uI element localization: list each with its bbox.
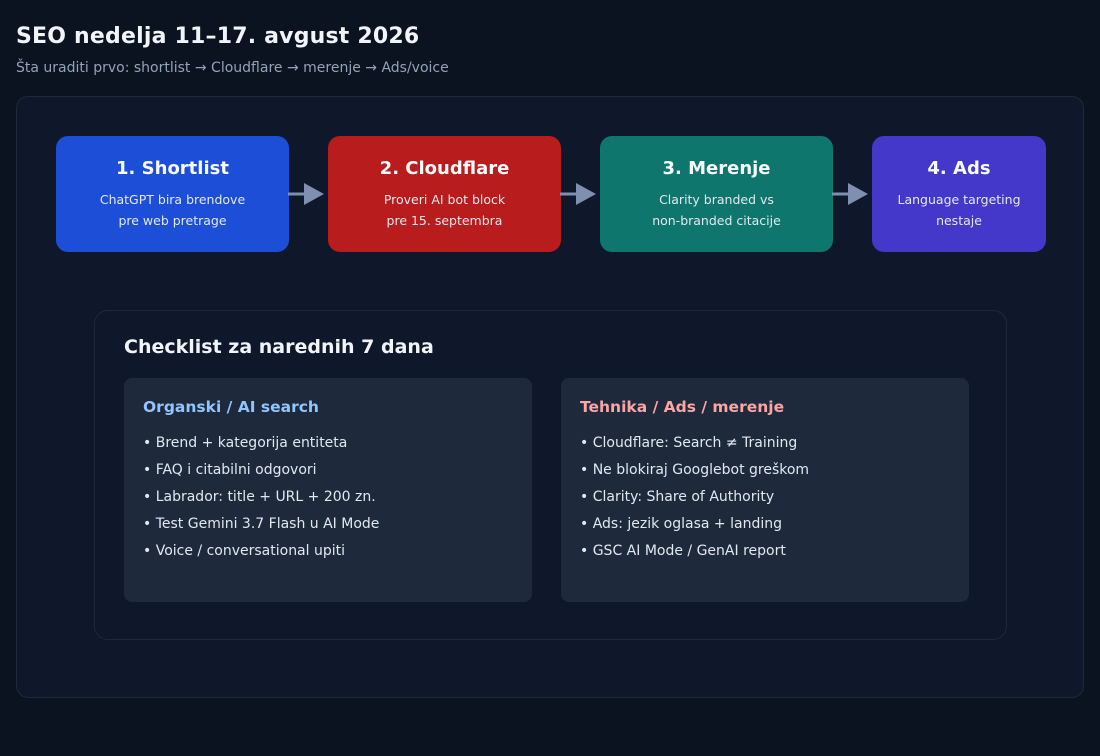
step-description: ChatGPT bira brendove pre web pretrage xyxy=(100,189,245,231)
step-shortlist: 1. Shortlist ChatGPT bira brendove pre w… xyxy=(56,136,289,252)
step-cloudflare: 2. Cloudflare Proveri AI bot block pre 1… xyxy=(328,136,561,252)
column-heading: Tehnika / Ads / merenje xyxy=(580,398,785,416)
page-title: SEO nedelja 11–17. avgust 2026 xyxy=(16,24,420,49)
step-ads: 4. Ads Language targeting nestaje xyxy=(872,136,1046,252)
step-description-line: non-branded citacije xyxy=(652,212,781,228)
list-item: • Cloudflare: Search ≠ Training xyxy=(580,435,798,451)
step-description-line: Clarity branded vs xyxy=(659,191,774,207)
checklist-column-technical: Tehnika / Ads / merenje • Cloudflare: Se… xyxy=(561,378,969,602)
column-heading: Organski / AI search xyxy=(143,398,319,416)
arrow-right-icon xyxy=(832,183,868,205)
page-subtitle: Šta uraditi prvo: shortlist → Cloudflare… xyxy=(16,60,449,76)
step-description-line: pre 15. septembra xyxy=(386,212,503,228)
arrow-right-icon xyxy=(560,183,596,205)
list-item: • Ads: jezik oglasa + landing xyxy=(580,516,782,532)
list-item: • Labrador: title + URL + 200 zn. xyxy=(143,489,376,505)
list-item: • Brend + kategorija entiteta xyxy=(143,435,348,451)
step-description-line: ChatGPT bira brendove xyxy=(99,191,246,207)
step-title: 3. Merenje xyxy=(662,157,771,179)
arrow-right-icon xyxy=(288,183,324,205)
list-item: • Voice / conversational upiti xyxy=(143,543,346,559)
list-item: • FAQ i citabilni odgovori xyxy=(143,462,317,478)
step-description: Clarity branded vs non-branded citacije xyxy=(652,189,781,231)
list-item: • GSC AI Mode / GenAI report xyxy=(580,543,786,559)
step-description: Language targeting nestaje xyxy=(898,189,1021,231)
step-description-line: nestaje xyxy=(936,212,982,228)
step-title: 1. Shortlist xyxy=(116,157,229,179)
list-item: • Clarity: Share of Authority xyxy=(580,489,775,505)
step-description-line: Language targeting xyxy=(897,191,1021,207)
checklist-title: Checklist za narednih 7 dana xyxy=(124,336,434,358)
step-description: Proveri AI bot block pre 15. septembra xyxy=(384,189,505,231)
step-merenje: 3. Merenje Clarity branded vs non-brande… xyxy=(600,136,833,252)
checklist-items: • Brend + kategorija entiteta • FAQ i ci… xyxy=(143,430,513,565)
step-title: 4. Ads xyxy=(927,157,991,179)
step-description-line: Proveri AI bot block xyxy=(383,191,506,207)
list-item: • Ne blokiraj Googlebot greškom xyxy=(580,462,810,478)
step-description-line: pre web pretrage xyxy=(118,212,227,228)
checklist-column-organic: Organski / AI search • Brend + kategorij… xyxy=(124,378,532,602)
list-item: • Test Gemini 3.7 Flash u AI Mode xyxy=(143,516,380,532)
checklist-items: • Cloudflare: Search ≠ Training • Ne blo… xyxy=(580,430,950,565)
step-title: 2. Cloudflare xyxy=(379,157,510,179)
